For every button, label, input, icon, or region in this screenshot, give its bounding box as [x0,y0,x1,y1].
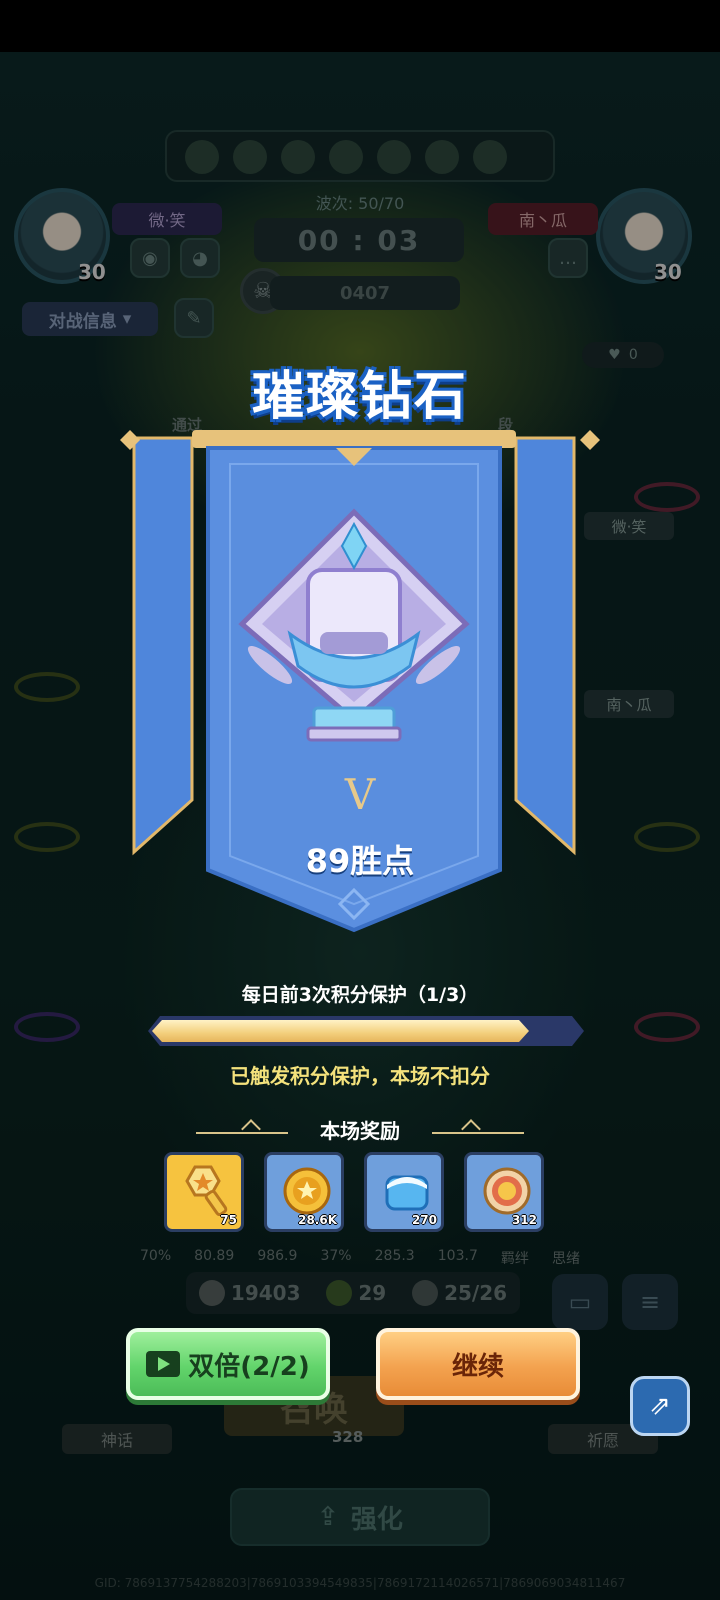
reward-item[interactable]: 312 [464,1152,544,1232]
reward-title: 本场奖励 [320,1119,400,1143]
banner-rod [192,430,516,448]
gold-coin-icon [283,1167,331,1215]
rank-tier: V [344,770,376,819]
ice-cube-icon [385,1175,429,1211]
win-points: 89胜点 [305,842,415,880]
reward-count: 270 [411,1213,437,1227]
reward-item[interactable]: 270 [364,1152,444,1232]
rank-title: 璀璨钻石 [251,367,468,427]
protection-status: 已触发积分保护，本场不扣分 [230,1064,490,1088]
continue-button[interactable]: 继续 [376,1328,580,1400]
reward-item[interactable]: 28.6K [264,1152,344,1232]
reward-count: 312 [511,1213,537,1227]
medal-coin-icon [483,1167,531,1215]
continue-label: 继续 [451,1351,504,1382]
progress-fill [152,1020,529,1042]
key-icon [185,1165,228,1217]
share-icon[interactable]: ⇗ [630,1376,690,1436]
rod-end [580,430,600,450]
double-reward-button[interactable]: 双倍(2/2) [126,1328,330,1400]
score-protection-label: 每日前3次积分保护（1/3） [241,984,479,1006]
double-reward-label: 双倍(2/2) [188,1351,310,1382]
status-bar [0,0,720,52]
video-ad-icon [146,1351,181,1377]
reward-count: 75 [220,1213,237,1227]
protection-progress-bar [148,1016,584,1046]
reward-count: 28.6K [298,1213,337,1227]
reward-list: 75 28.6K 270 312 [164,1152,554,1232]
reward-item[interactable]: 75 [164,1152,244,1232]
reward-header: 本场奖励 [196,1114,524,1148]
